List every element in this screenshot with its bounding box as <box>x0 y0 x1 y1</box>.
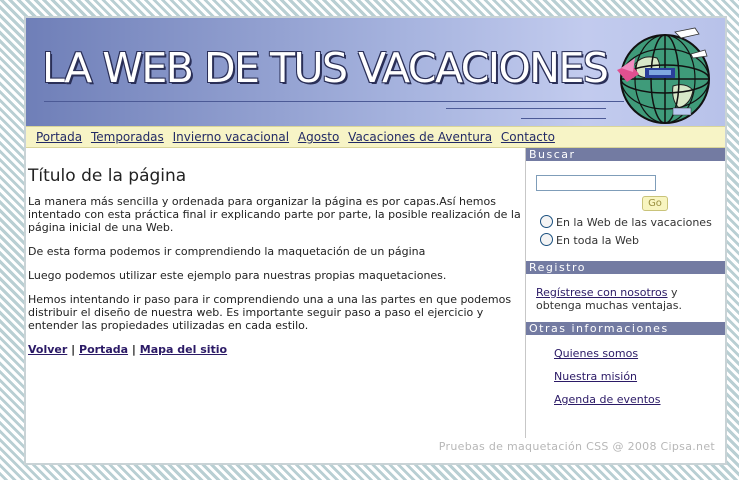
sitemap-link[interactable]: Mapa del sitio <box>140 343 227 356</box>
banner-divider <box>446 108 606 109</box>
nav-link-portada[interactable]: Portada <box>36 130 82 144</box>
info-links: Quienes somos Nuestra misión Agenda de e… <box>526 335 725 406</box>
search-option-site[interactable]: En la Web de las vacaciones <box>540 215 712 229</box>
link-quienes-somos[interactable]: Quienes somos <box>554 347 638 360</box>
radio-icon[interactable] <box>540 215 553 228</box>
footer-credit: Pruebas de maquetación CSS @ 2008 Cipsa.… <box>438 440 715 453</box>
site-title: LA WEB DE TUS VACACIONES <box>42 44 609 92</box>
link-agenda-eventos[interactable]: Agenda de eventos <box>554 393 661 406</box>
back-link[interactable]: Volver <box>28 343 67 356</box>
info-heading: Otras informaciones <box>526 322 725 335</box>
nav-link-agosto[interactable]: Agosto <box>298 130 339 144</box>
link-separator: | <box>71 343 76 356</box>
banner-divider <box>521 118 606 119</box>
register-link[interactable]: Regístrese con nosotros <box>536 286 668 299</box>
search-heading: Buscar <box>526 148 725 161</box>
content-paragraph: Luego podemos utilizar este ejemplo para… <box>28 269 447 282</box>
page-title: Título de la página <box>28 166 187 186</box>
content-paragraph: Hemos intentando ir paso para ir compren… <box>28 293 512 332</box>
sidebar: Buscar Go En la Web de las vacaciones En… <box>525 148 725 438</box>
nav-link-contacto[interactable]: Contacto <box>501 130 555 144</box>
search-input[interactable] <box>536 175 656 191</box>
main-content: Título de la página La manera más sencil… <box>28 148 523 357</box>
register-heading: Registro <box>526 261 725 274</box>
content-paragraph: La manera más sencilla y ordenada para o… <box>28 195 521 234</box>
search-panel: Go En la Web de las vacaciones En toda l… <box>526 161 725 261</box>
globe-logo <box>617 27 710 124</box>
banner-divider <box>44 101 624 102</box>
content-links: Volver | Portada | Mapa del sitio <box>28 343 523 356</box>
register-text: Regístrese con nosotros y obtenga muchas… <box>536 286 682 312</box>
content-paragraph: De esta forma podemos ir comprendiendo l… <box>28 245 426 258</box>
nav-link-temporadas[interactable]: Temporadas <box>91 130 164 144</box>
search-option-web[interactable]: En toda la Web <box>540 233 639 247</box>
link-separator: | <box>131 343 136 356</box>
home-link[interactable]: Portada <box>79 343 128 356</box>
page-container: LA WEB DE TUS VACACIONES Portada Tempora… <box>24 16 727 465</box>
link-nuestra-mision[interactable]: Nuestra misión <box>554 370 637 383</box>
nav-link-invierno-vacacional[interactable]: Invierno vacacional <box>173 130 289 144</box>
go-button[interactable]: Go <box>642 196 668 211</box>
radio-icon[interactable] <box>540 233 553 246</box>
header-banner: LA WEB DE TUS VACACIONES <box>26 18 725 126</box>
main-navigation: Portada Temporadas Invierno vacacional A… <box>26 126 725 148</box>
nav-link-vacaciones-aventura[interactable]: Vacaciones de Aventura <box>348 130 492 144</box>
